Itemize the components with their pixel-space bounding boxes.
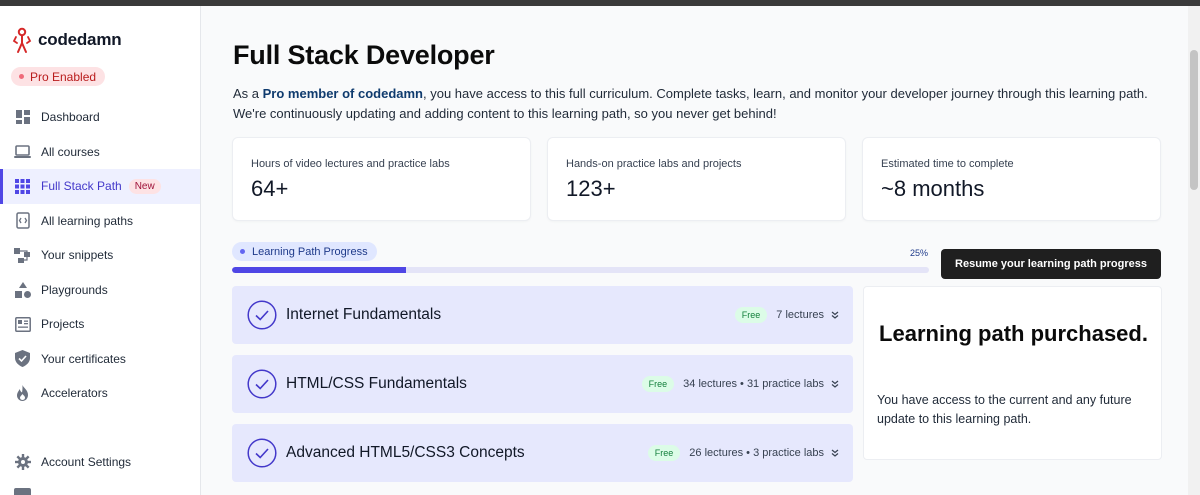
sidebar-nav: Dashboard All courses Full Stack Path Ne…: [0, 100, 200, 411]
module-advanced-html5-css3[interactable]: Advanced HTML5/CSS3 Concepts Free 26 lec…: [232, 424, 853, 482]
chevron-double-down-icon[interactable]: [831, 449, 839, 457]
purchase-status-text: You have access to the current and any f…: [877, 393, 1132, 426]
progress-bar-fill: [232, 267, 407, 273]
stat-value: 123+: [566, 176, 616, 201]
purchase-status-card: Learning path purchased. You have access…: [863, 286, 1162, 460]
module-meta: 34 lectures • 31 practice labs: [683, 378, 824, 390]
shapes-icon: [14, 281, 31, 298]
gear-icon: [14, 454, 31, 471]
module-internet-fundamentals[interactable]: Internet Fundamentals Free 7 lectures: [232, 286, 853, 344]
stat-label: Estimated time to complete: [881, 158, 1014, 170]
sidebar-item-full-stack-path[interactable]: Full Stack Path New: [0, 169, 200, 204]
sidebar-item-your-snippets[interactable]: Your snippets: [0, 238, 200, 273]
projects-icon: [14, 316, 31, 333]
stat-label: Hours of video lectures and practice lab…: [251, 158, 450, 170]
pro-badge-label: Pro Enabled: [30, 69, 97, 84]
free-badge: Free: [647, 445, 681, 461]
sidebar-item-projects[interactable]: Projects: [0, 307, 200, 342]
module-meta: 7 lectures: [776, 309, 824, 321]
snippet-icon: [14, 247, 31, 264]
brand-name: codedamn: [38, 30, 122, 49]
free-badge: Free: [641, 376, 675, 392]
stat-card-hours: Hours of video lectures and practice lab…: [232, 137, 531, 221]
pro-dot-icon: [19, 74, 24, 79]
sidebar-item-playgrounds[interactable]: Playgrounds: [0, 273, 200, 308]
sidebar-item-label: Full Stack Path: [41, 179, 122, 194]
module-meta: 26 lectures • 3 practice labs: [689, 447, 824, 459]
stat-label: Hands-on practice labs and projects: [566, 158, 742, 170]
code-bracket-icon: [14, 212, 31, 229]
module-title: Advanced HTML5/CSS3 Concepts: [286, 444, 525, 461]
shield-check-icon: [14, 350, 31, 368]
stats-row: Hours of video lectures and practice lab…: [232, 137, 1161, 221]
stat-value: 64+: [251, 176, 289, 201]
sidebar-item-label: Projects: [41, 317, 85, 332]
check-circle-icon: [247, 300, 277, 330]
sidebar: codedamn Pro Enabled Dashboard All cours…: [0, 6, 201, 495]
purchase-status-title: Learning path purchased.: [879, 321, 1148, 346]
sidebar-item-label: Your certificates: [41, 351, 126, 366]
sidebar-item-all-courses[interactable]: All courses: [0, 135, 200, 170]
progress-label: Learning Path Progress: [252, 245, 368, 258]
sidebar-item-label: Your snippets: [41, 248, 114, 263]
scrollbar-thumb[interactable]: [1190, 50, 1198, 190]
sidebar-item-label: Dashboard: [41, 110, 100, 125]
progress-label-badge: Learning Path Progress: [232, 242, 377, 261]
sidebar-item-label: Accelerators: [41, 386, 108, 401]
intro-text-start: As a: [233, 86, 263, 101]
page-scrollbar[interactable]: [1188, 6, 1200, 495]
sidebar-next-item-partial[interactable]: [14, 488, 134, 495]
module-title: Internet Fundamentals: [286, 306, 442, 323]
stat-card-labs: Hands-on practice labs and projects 123+: [547, 137, 846, 221]
stat-value: ~8 months: [881, 176, 985, 201]
module-list: Internet Fundamentals Free 7 lectures HT…: [232, 286, 853, 493]
main-content: Full Stack Developer As a Pro member of …: [201, 6, 1200, 495]
module-title: HTML/CSS Fundamentals: [286, 375, 467, 392]
sidebar-item-your-certificates[interactable]: Your certificates: [0, 342, 200, 377]
logout-icon: [14, 488, 31, 495]
dashboard-icon: [14, 109, 31, 126]
laptop-icon: [14, 143, 31, 160]
module-meta-group: Free 26 lectures • 3 practice labs: [647, 424, 839, 482]
check-circle-icon: [247, 438, 277, 468]
sidebar-item-accelerators[interactable]: Accelerators: [0, 376, 200, 411]
free-badge: Free: [734, 307, 768, 323]
pro-member-link[interactable]: Pro member of codedamn: [263, 86, 423, 101]
sidebar-bottom-nav: Account Settings: [0, 445, 200, 480]
progress-percent: 25%: [910, 248, 929, 258]
check-circle-icon: [247, 369, 277, 399]
module-meta-group: Free 7 lectures: [734, 286, 839, 344]
sidebar-item-label: Account Settings: [41, 455, 132, 470]
resume-progress-button[interactable]: Resume your learning path progress: [941, 249, 1161, 279]
sidebar-item-label: Playgrounds: [41, 282, 108, 297]
progress-bar: [232, 267, 929, 273]
intro-text: As a Pro member of codedamn, you have ac…: [233, 84, 1163, 123]
sidebar-item-dashboard[interactable]: Dashboard: [0, 100, 200, 135]
page-title: Full Stack Developer: [233, 40, 495, 70]
grid-icon: [14, 178, 31, 195]
progress-dot-icon: [240, 249, 245, 254]
codedamn-logo-icon: [12, 27, 32, 53]
flame-icon: [14, 385, 31, 402]
pro-enabled-badge: Pro Enabled: [11, 67, 106, 86]
sidebar-item-all-learning-paths[interactable]: All learning paths: [0, 204, 200, 239]
module-meta-group: Free 34 lectures • 31 practice labs: [641, 355, 839, 413]
stat-card-time: Estimated time to complete ~8 months: [862, 137, 1161, 221]
chevron-double-down-icon[interactable]: [831, 311, 839, 319]
new-badge: New: [128, 178, 161, 194]
sidebar-item-label: All courses: [41, 144, 100, 159]
sidebar-item-label: All learning paths: [41, 213, 134, 228]
module-html-css-fundamentals[interactable]: HTML/CSS Fundamentals Free 34 lectures •…: [232, 355, 853, 413]
sidebar-item-account-settings[interactable]: Account Settings: [0, 445, 200, 480]
brand-logo[interactable]: codedamn: [12, 26, 122, 54]
chevron-double-down-icon[interactable]: [831, 380, 839, 388]
